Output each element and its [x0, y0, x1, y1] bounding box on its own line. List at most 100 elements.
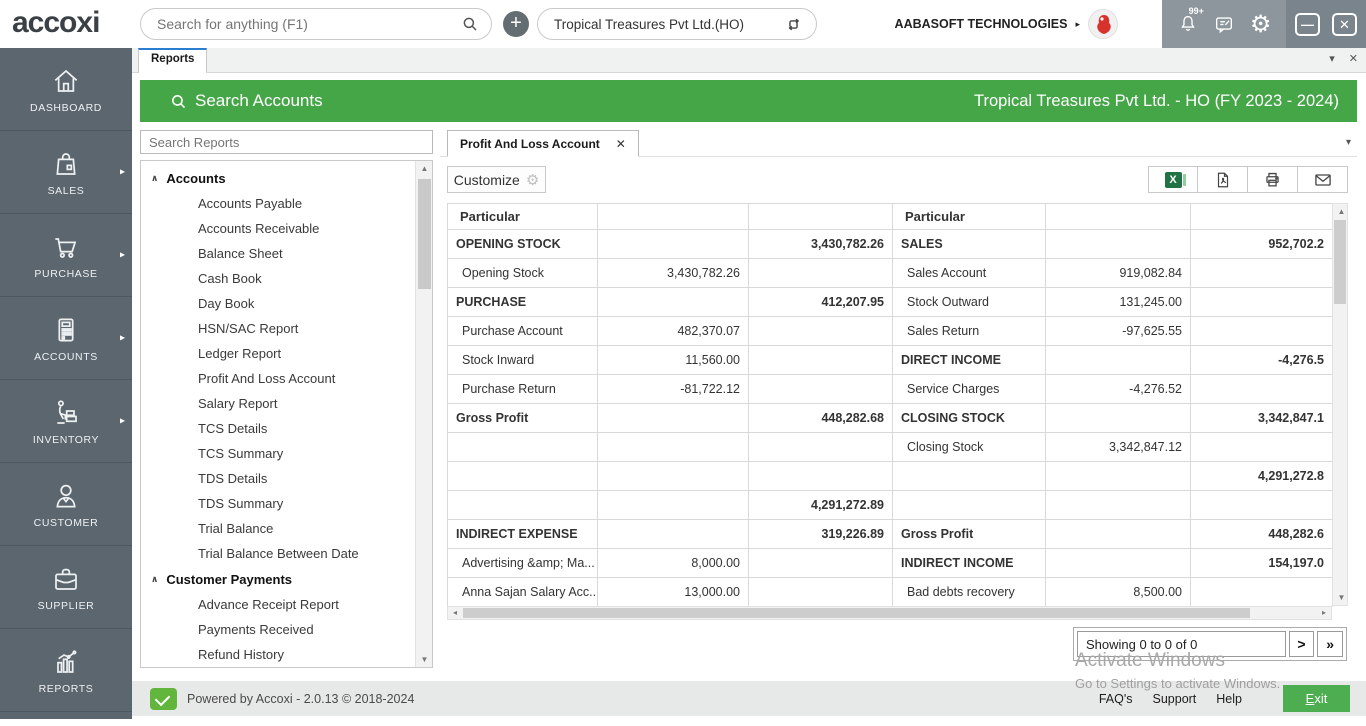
sidebar-item-inventory[interactable]: INVENTORY▸: [0, 380, 132, 463]
company-selector[interactable]: Tropical Treasures Pvt Ltd.(HO): [537, 8, 817, 40]
table-row[interactable]: Closing Stock3,342,847.12: [448, 433, 1333, 462]
table-row[interactable]: Purchase Account482,370.07Sales Return-9…: [448, 317, 1333, 346]
org-name[interactable]: AABASOFT TECHNOLOGIES: [895, 17, 1068, 31]
pagination-status[interactable]: [1077, 631, 1286, 657]
particular-cell: Service Charges: [893, 375, 1046, 404]
tab-profit-and-loss[interactable]: Profit And Loss Account ✕: [447, 130, 639, 157]
export-pdf-button[interactable]: [1198, 166, 1248, 193]
table-row[interactable]: 4,291,272.89: [448, 491, 1333, 520]
report-group-accounts[interactable]: ∧Accounts: [141, 165, 415, 191]
report-item-balance-sheet[interactable]: Balance Sheet: [141, 241, 415, 266]
amount-cell: -81,722.12: [598, 375, 749, 404]
scrollbar-thumb[interactable]: [418, 179, 431, 289]
report-item-accounts-receivable[interactable]: Accounts Receivable: [141, 216, 415, 241]
report-item-salary-report[interactable]: Salary Report: [141, 391, 415, 416]
sidebar-item-accounts[interactable]: ACCOUNTS▸: [0, 297, 132, 380]
minimize-button[interactable]: —: [1295, 13, 1320, 36]
amount-cell: 3,342,847.12: [1046, 433, 1191, 462]
search-accounts[interactable]: Search Accounts: [170, 91, 323, 111]
particular-cell: Sales Account: [893, 259, 1046, 288]
table-row[interactable]: Purchase Return-81,722.12 Service Charges…: [448, 375, 1333, 404]
report-item-payments-received[interactable]: Payments Received: [141, 617, 415, 642]
report-item-time-to-get-paid[interactable]: Time to Get Paid: [141, 667, 415, 668]
sidebar-item-supplier[interactable]: SUPPLIER: [0, 546, 132, 629]
gear-icon: ⚙: [526, 171, 539, 189]
amount-cell: [1191, 491, 1333, 520]
report-item-tcs-details[interactable]: TCS Details: [141, 416, 415, 441]
print-button[interactable]: [1248, 166, 1298, 193]
settings-gear-icon[interactable]: ⚙: [1250, 10, 1272, 39]
table-row[interactable]: Gross Profit448,282.68CLOSING STOCK3,342…: [448, 404, 1333, 433]
scroll-down-icon[interactable]: ▼: [416, 652, 433, 667]
next-page-button[interactable]: >: [1289, 631, 1315, 657]
search-reports-input[interactable]: [140, 130, 433, 154]
footer-bar: Powered by Accoxi - 2.0.13 © 2018-2024 F…: [132, 681, 1366, 716]
exit-button[interactable]: Exit: [1283, 685, 1350, 712]
table-row[interactable]: Advertising &amp; Ma...8,000.00INDIRECT …: [448, 549, 1333, 578]
tab-reports[interactable]: Reports: [138, 48, 207, 73]
report-item-refund-history[interactable]: Refund History: [141, 642, 415, 667]
sidebar-item-dashboard[interactable]: DASHBOARD: [0, 48, 132, 131]
report-list-scrollbar[interactable]: ▲ ▼: [415, 161, 432, 667]
amount-cell: [598, 288, 749, 317]
report-item-tds-details[interactable]: TDS Details: [141, 466, 415, 491]
support-link[interactable]: Support: [1153, 692, 1197, 706]
add-new-button[interactable]: +: [503, 11, 529, 37]
table-row[interactable]: Stock Inward11,560.00DIRECT INCOME-4,276…: [448, 346, 1333, 375]
report-item-tds-summary[interactable]: TDS Summary: [141, 491, 415, 516]
sidebar-item-sales[interactable]: SALES▸: [0, 131, 132, 214]
report-item-ledger-report[interactable]: Ledger Report: [141, 341, 415, 366]
home-icon: [50, 65, 82, 97]
messages-icon[interactable]: [1213, 13, 1235, 35]
notifications-bell-icon[interactable]: 99+: [1177, 13, 1199, 35]
chevron-right-icon: ▸: [120, 167, 125, 178]
report-item-trial-balance[interactable]: Trial Balance: [141, 516, 415, 541]
table-row[interactable]: INDIRECT EXPENSE319,226.89Gross Profit44…: [448, 520, 1333, 549]
particular-cell: Purchase Return: [448, 375, 598, 404]
report-caret-down-icon[interactable]: ▾: [1346, 137, 1351, 148]
report-item-cash-book[interactable]: Cash Book: [141, 266, 415, 291]
faqs-link[interactable]: FAQ's: [1099, 692, 1133, 706]
global-search-input[interactable]: [141, 16, 461, 32]
sidebar-item-customer[interactable]: CUSTOMER: [0, 463, 132, 546]
report-group-customer-payments[interactable]: ∧Customer Payments: [141, 566, 415, 592]
email-button[interactable]: [1298, 166, 1348, 193]
last-page-button[interactable]: »: [1317, 631, 1343, 657]
help-link[interactable]: Help: [1216, 692, 1242, 706]
notification-badge: 99+: [1189, 6, 1204, 16]
export-excel-button[interactable]: X: [1148, 166, 1198, 193]
report-item-trial-balance-between-date[interactable]: Trial Balance Between Date: [141, 541, 415, 566]
report-item-tcs-summary[interactable]: TCS Summary: [141, 441, 415, 466]
report-item-hsn-sac-report[interactable]: HSN/SAC Report: [141, 316, 415, 341]
scrollbar-thumb[interactable]: [463, 608, 1250, 618]
table-row[interactable]: Opening Stock3,430,782.26Sales Account91…: [448, 259, 1333, 288]
table-row[interactable]: 4,291,272.8: [448, 462, 1333, 491]
amount-cell: [1046, 404, 1191, 433]
tab-close-icon[interactable]: ✕: [616, 137, 626, 151]
table-row[interactable]: Anna Sajan Salary Acc...13,000.00Bad deb…: [448, 578, 1333, 607]
report-item-accounts-payable[interactable]: Accounts Payable: [141, 191, 415, 216]
tabstrip-close-icon[interactable]: ✕: [1349, 52, 1358, 65]
scroll-left-icon[interactable]: ◂: [448, 607, 462, 619]
table-row[interactable]: OPENING STOCK3,430,782.26SALES952,702.2: [448, 230, 1333, 259]
report-item-advance-receipt-report[interactable]: Advance Receipt Report: [141, 592, 415, 617]
scroll-right-icon[interactable]: ▸: [1317, 607, 1331, 619]
table-horizontal-scrollbar[interactable]: ◂ ▸: [447, 606, 1332, 620]
switch-company-icon[interactable]: [785, 16, 802, 33]
scroll-down-icon[interactable]: ▼: [1333, 590, 1350, 605]
report-item-profit-and-loss-account[interactable]: Profit And Loss Account: [141, 366, 415, 391]
sidebar-item-label: PURCHASE: [34, 268, 97, 280]
search-icon[interactable]: [461, 15, 479, 33]
close-button[interactable]: ✕: [1332, 13, 1357, 36]
report-item-day-book[interactable]: Day Book: [141, 291, 415, 316]
sidebar-item-purchase[interactable]: PURCHASE▸: [0, 214, 132, 297]
sidebar-item-reports[interactable]: REPORTS: [0, 629, 132, 712]
table-row[interactable]: PURCHASE412,207.95Stock Outward131,245.0…: [448, 288, 1333, 317]
table-vertical-scrollbar[interactable]: ▲ ▼: [1332, 203, 1348, 606]
customize-button[interactable]: Customize ⚙: [447, 166, 546, 193]
user-avatar[interactable]: [1088, 9, 1118, 39]
scroll-up-icon[interactable]: ▲: [416, 161, 433, 176]
scrollbar-thumb[interactable]: [1334, 220, 1346, 304]
scroll-up-icon[interactable]: ▲: [1333, 204, 1350, 219]
tabstrip-caret-down-icon[interactable]: ▾: [1329, 52, 1335, 65]
